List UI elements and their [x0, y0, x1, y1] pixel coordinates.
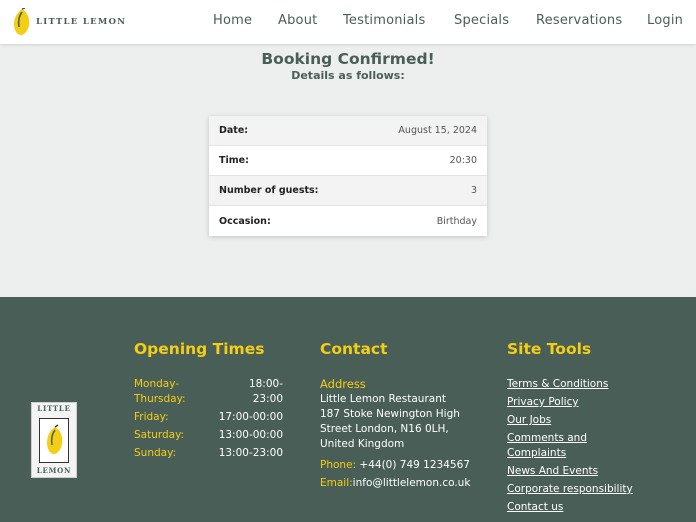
nav-testimonials[interactable]: Testimonials — [343, 13, 425, 28]
footer-logo-top-text: LITTLE — [37, 404, 71, 413]
address-line: 187 Stoke Newington High — [320, 408, 460, 420]
hours-row: Saturday: 13:00-00:00 — [134, 428, 283, 443]
nav-about[interactable]: About — [278, 13, 317, 28]
detail-value: 3 — [470, 185, 477, 196]
site-header: LITTLE LEMON Home About Testimonials Spe… — [0, 0, 696, 44]
phone-line: Phone: +44(0) 749 1234567 — [320, 458, 495, 473]
hours-day: Friday: — [134, 411, 169, 423]
page-subtitle: Details as follows: — [291, 69, 405, 82]
email-line: Email:info@littlelemon.co.uk — [320, 476, 495, 491]
hours-row: Monday-Thursday: 18:00-23:00 — [134, 377, 283, 407]
site-tools-list: Terms & Conditions Privacy Policy Our Jo… — [507, 377, 667, 518]
lemon-icon — [47, 424, 63, 454]
detail-label: Time: — [219, 155, 249, 166]
detail-label: Occasion: — [219, 215, 271, 227]
detail-row-time: Time: 20:30 — [209, 146, 487, 176]
email-label: Email: — [320, 477, 353, 489]
detail-value: 20:30 — [449, 155, 477, 166]
detail-row-guests: Number of guests: 3 — [209, 176, 487, 206]
hours-row: Friday: 17:00-00:00 — [134, 410, 283, 425]
contact-info: Address Little Lemon Restaurant 187 Stok… — [320, 377, 495, 491]
footer-logo-frame — [39, 418, 69, 463]
page-title: Booking Confirmed! — [261, 50, 435, 68]
site-tools-heading: Site Tools — [507, 340, 592, 358]
detail-row-occasion: Occasion: Birthday — [209, 206, 487, 236]
detail-value: Birthday — [436, 215, 477, 227]
address-line: Street London, N16 0LH, — [320, 423, 449, 435]
phone-number[interactable]: +44(0) 749 1234567 — [359, 459, 470, 471]
booking-details-card: Date: August 15, 2024 Time: 20:30 Number… — [209, 116, 487, 236]
nav-reservations[interactable]: Reservations — [536, 13, 622, 28]
opening-hours-list: Monday-Thursday: 18:00-23:00 Friday: 17:… — [134, 377, 283, 464]
link-complaints[interactable]: Comments and Complaints — [507, 431, 617, 461]
address-line: United Kingdom — [320, 438, 405, 450]
link-contact[interactable]: Contact us — [507, 500, 667, 515]
link-privacy[interactable]: Privacy Policy — [507, 395, 667, 410]
footer-logo: LITTLE LEMON — [31, 402, 77, 478]
main-nav: Home About Testimonials Specials Reserva… — [0, 13, 696, 31]
contact-heading: Contact — [320, 340, 388, 358]
hours-row: Sunday: 13:00-23:00 — [134, 446, 283, 461]
phone-label: Phone: — [320, 459, 357, 471]
hours-time: 13:00-00:00 — [218, 429, 283, 441]
address-line: Little Lemon Restaurant — [320, 393, 446, 405]
site-footer: LITTLE LEMON Opening Times Monday-Thursd… — [0, 297, 696, 522]
link-corporate[interactable]: Corporate responsibility — [507, 482, 667, 497]
hours-day: Monday-Thursday: — [134, 378, 186, 405]
detail-value: August 15, 2024 — [398, 125, 477, 136]
footer-logo-bottom-text: LEMON — [36, 466, 72, 475]
opening-times-heading: Opening Times — [134, 340, 265, 358]
hours-time: 18:00-23:00 — [248, 378, 283, 405]
nav-login[interactable]: Login — [647, 13, 683, 28]
link-news[interactable]: News And Events — [507, 464, 667, 479]
detail-label: Number of guests: — [219, 185, 319, 196]
address-label: Address — [320, 377, 366, 391]
detail-row-date: Date: August 15, 2024 — [209, 116, 487, 146]
link-jobs[interactable]: Our Jobs — [507, 413, 667, 428]
nav-home[interactable]: Home — [213, 13, 252, 28]
link-terms[interactable]: Terms & Conditions — [507, 377, 667, 392]
hours-day: Sunday: — [134, 447, 177, 459]
hours-day: Saturday: — [134, 429, 185, 441]
nav-specials[interactable]: Specials — [454, 13, 509, 28]
detail-label: Date: — [219, 125, 249, 136]
hours-time: 17:00-00:00 — [218, 411, 283, 423]
email-address[interactable]: info@littlelemon.co.uk — [353, 477, 471, 489]
hours-time: 13:00-23:00 — [218, 447, 283, 459]
